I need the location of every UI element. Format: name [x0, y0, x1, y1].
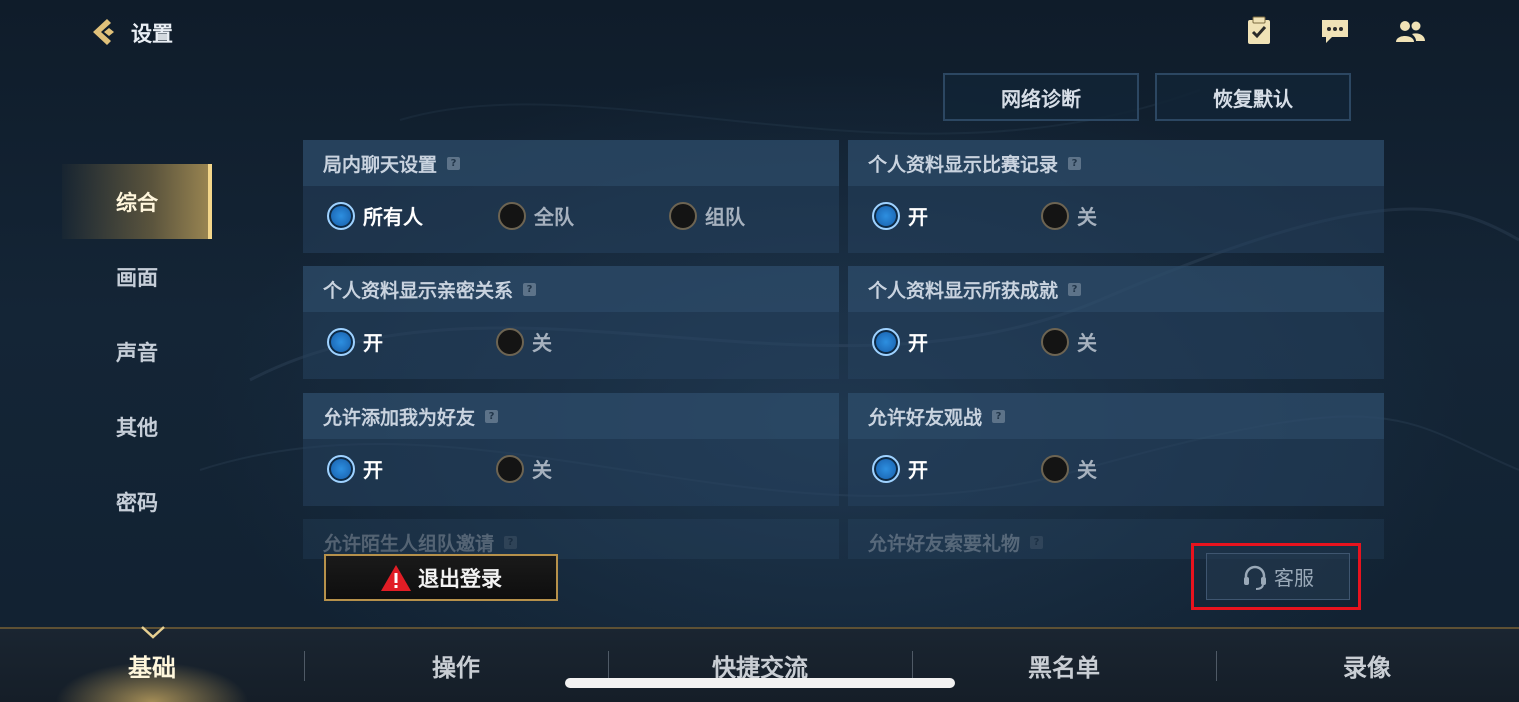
radio-button-icon: [327, 327, 355, 356]
logout-button[interactable]: 退出登录: [324, 554, 558, 601]
side-nav-item-sound[interactable]: 声音: [62, 314, 212, 389]
radio-option-on[interactable]: 开: [327, 454, 383, 483]
radio-option-on[interactable]: 开: [872, 327, 928, 356]
panel-title: 个人资料显示亲密关系: [323, 279, 514, 302]
radio-button-icon: [669, 201, 697, 230]
radio-button-icon: [496, 454, 524, 483]
radio-option-off[interactable]: 关: [496, 454, 552, 483]
task-button[interactable]: [1242, 14, 1276, 48]
panel-title: 允许陌生人组队邀请: [323, 532, 495, 555]
radio-label: 全队: [534, 205, 574, 229]
tab-controls[interactable]: 操作: [304, 629, 608, 702]
help-icon[interactable]: ?: [485, 409, 499, 423]
profile-achievements-panel: 个人资料显示所获成就 ? 开 关: [848, 266, 1384, 379]
highlight-annotation-box: [1191, 543, 1361, 610]
radio-label: 关: [1077, 331, 1097, 355]
radio-button-icon: [1041, 454, 1069, 483]
friends-icon: [1396, 21, 1425, 42]
radio-option-on[interactable]: 开: [872, 201, 928, 230]
help-icon[interactable]: ?: [1068, 282, 1082, 296]
back-button[interactable]: [84, 14, 120, 50]
page-title: 设置: [131, 22, 173, 46]
chat-button[interactable]: [1318, 14, 1352, 48]
tab-blacklist[interactable]: 黑名单: [912, 629, 1216, 702]
panel-header: 个人资料显示所获成就 ?: [848, 266, 1384, 312]
radio-button-icon: [1041, 327, 1069, 356]
panel-title: 个人资料显示所获成就: [868, 279, 1059, 302]
allow-friend-spectate-panel: 允许好友观战 ? 开 关: [848, 393, 1384, 506]
home-indicator[interactable]: [565, 678, 955, 688]
side-nav-item-password[interactable]: 密码: [62, 464, 212, 539]
panel-header: 个人资料显示亲密关系 ?: [303, 266, 839, 312]
panel-title: 允许好友索要礼物: [868, 532, 1021, 555]
radio-option-off[interactable]: 关: [1041, 454, 1097, 483]
radio-button-icon: [498, 201, 526, 230]
radio-label: 所有人: [363, 205, 423, 229]
radio-option-off[interactable]: 关: [496, 327, 552, 356]
radio-label: 开: [908, 331, 928, 355]
radio-label: 关: [532, 458, 552, 482]
radio-button-icon: [1041, 201, 1069, 230]
radio-button-icon: [327, 454, 355, 483]
radio-label: 组队: [705, 205, 745, 229]
help-icon[interactable]: ?: [1068, 156, 1082, 170]
radio-label: 关: [532, 331, 552, 355]
profile-match-record-panel: 个人资料显示比赛记录 ? 开 关: [848, 140, 1384, 253]
task-checklist-icon: [1248, 16, 1270, 44]
radio-button-icon: [872, 454, 900, 483]
radio-label: 开: [908, 205, 928, 229]
side-nav: 综合 画面 声音 其他 密码: [62, 164, 212, 539]
friends-button[interactable]: [1393, 14, 1427, 48]
help-icon[interactable]: ?: [992, 409, 1006, 423]
help-icon[interactable]: ?: [447, 156, 461, 170]
radio-label: 关: [1077, 458, 1097, 482]
panel-title: 允许好友观战: [868, 406, 983, 429]
side-nav-item-general[interactable]: 综合: [62, 164, 212, 239]
radio-option-team[interactable]: 全队: [498, 201, 574, 230]
panel-title: 局内聊天设置: [323, 153, 438, 176]
radio-button-icon: [872, 327, 900, 356]
network-diagnose-button[interactable]: 网络诊断: [943, 73, 1139, 121]
chat-icon: [1322, 20, 1348, 43]
panel-title: 允许添加我为好友: [323, 406, 476, 429]
allow-stranger-invite-panel: 允许陌生人组队邀请 ?: [303, 519, 839, 559]
radio-button-icon: [327, 201, 355, 230]
panel-header: 允许陌生人组队邀请 ?: [303, 519, 839, 559]
tab-replay[interactable]: 录像: [1215, 629, 1519, 702]
radio-label: 开: [363, 331, 383, 355]
ingame-chat-panel: 局内聊天设置 ? 所有人 全队 组队: [303, 140, 839, 253]
panel-header: 局内聊天设置 ?: [303, 140, 839, 186]
radio-button-icon: [872, 201, 900, 230]
tab-basic[interactable]: 基础: [0, 629, 304, 702]
help-icon: ?: [1030, 535, 1044, 549]
side-nav-item-other[interactable]: 其他: [62, 389, 212, 464]
radio-option-off[interactable]: 关: [1041, 201, 1097, 230]
radio-label: 关: [1077, 205, 1097, 229]
radio-option-everyone[interactable]: 所有人: [327, 201, 423, 230]
radio-option-off[interactable]: 关: [1041, 327, 1097, 356]
radio-option-on[interactable]: 开: [327, 327, 383, 356]
back-arrow-icon: [93, 19, 114, 45]
side-nav-item-graphics[interactable]: 画面: [62, 239, 212, 314]
bottom-tab-bar: 基础 操作 快捷交流 黑名单 录像: [0, 626, 1519, 702]
panel-title: 个人资料显示比赛记录: [868, 153, 1059, 176]
radio-label: 开: [363, 458, 383, 482]
tab-quick-chat[interactable]: 快捷交流: [608, 629, 912, 702]
profile-intimacy-panel: 个人资料显示亲密关系 ? 开 关: [303, 266, 839, 379]
allow-add-friend-panel: 允许添加我为好友 ? 开 关: [303, 393, 839, 506]
reset-default-button[interactable]: 恢复默认: [1155, 73, 1351, 121]
warning-icon: [381, 564, 411, 591]
logout-label: 退出登录: [418, 566, 502, 591]
radio-option-on[interactable]: 开: [872, 454, 928, 483]
panel-header: 允许添加我为好友 ?: [303, 393, 839, 439]
radio-option-party[interactable]: 组队: [669, 201, 745, 230]
panel-header: 允许好友观战 ?: [848, 393, 1384, 439]
radio-label: 开: [908, 458, 928, 482]
panel-header: 个人资料显示比赛记录 ?: [848, 140, 1384, 186]
radio-button-icon: [496, 327, 524, 356]
help-icon[interactable]: ?: [523, 282, 537, 296]
help-icon: ?: [504, 535, 518, 549]
